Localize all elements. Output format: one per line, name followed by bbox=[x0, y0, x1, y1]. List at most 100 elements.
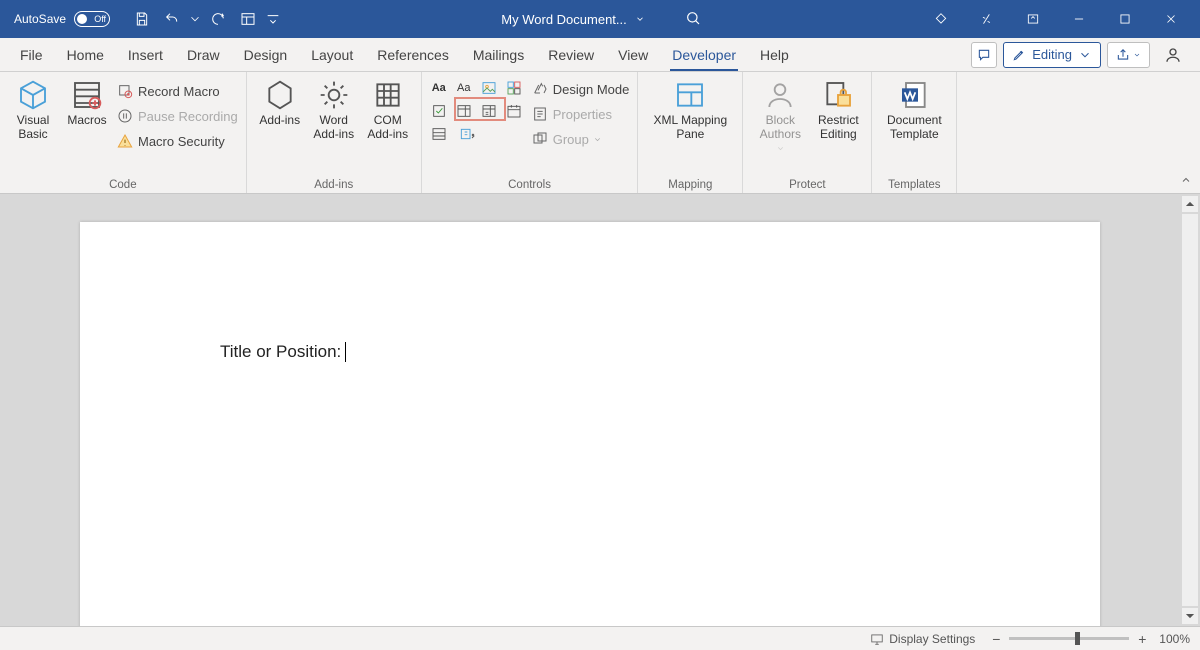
record-macro-button[interactable]: Record Macro bbox=[114, 79, 240, 103]
combo-box-control[interactable] bbox=[453, 101, 475, 121]
tab-layout[interactable]: Layout bbox=[299, 38, 365, 71]
qat-form-button[interactable] bbox=[234, 5, 262, 33]
btn-label: Visual Basic bbox=[6, 114, 60, 142]
tab-draw[interactable]: Draw bbox=[175, 38, 232, 71]
ribbon-group-addins: Add-ins Word Add-ins COM Add-ins Add-ins bbox=[247, 72, 422, 193]
document-title[interactable]: My Word Document... bbox=[501, 12, 644, 27]
rich-text-control[interactable]: Aa bbox=[428, 78, 450, 98]
macro-security-button[interactable]: Macro Security bbox=[114, 129, 240, 153]
search-button[interactable] bbox=[685, 10, 701, 29]
xml-mapping-icon bbox=[674, 79, 706, 111]
title-bar-center: My Word Document... bbox=[282, 10, 920, 29]
design-mode-button[interactable]: Design Mode bbox=[529, 77, 632, 101]
coming-soon-button[interactable] bbox=[966, 0, 1008, 38]
repeating-section-control[interactable] bbox=[428, 124, 450, 144]
dropdown-list-control[interactable] bbox=[478, 101, 500, 121]
account-button[interactable] bbox=[1156, 42, 1190, 68]
tab-design[interactable]: Design bbox=[232, 38, 300, 71]
btn-label: Macros bbox=[67, 114, 106, 128]
date-picker-control[interactable] bbox=[503, 101, 525, 121]
tab-insert[interactable]: Insert bbox=[116, 38, 175, 71]
share-button[interactable] bbox=[1107, 42, 1150, 68]
ribbon-tabs: File Home Insert Draw Design Layout Refe… bbox=[0, 38, 1200, 72]
visual-basic-icon bbox=[17, 79, 49, 111]
undo-dropdown[interactable] bbox=[188, 5, 202, 33]
block-authors-icon bbox=[764, 79, 796, 111]
macros-icon bbox=[71, 79, 103, 111]
properties-icon bbox=[532, 106, 548, 122]
tab-references[interactable]: References bbox=[365, 38, 461, 71]
lock-icon bbox=[822, 79, 854, 111]
repeating-icon bbox=[431, 126, 447, 142]
tab-file[interactable]: File bbox=[8, 38, 55, 71]
zoom-in-button[interactable]: + bbox=[1135, 631, 1149, 647]
controls-gallery: Aa Aa bbox=[428, 75, 529, 144]
minimize-button[interactable] bbox=[1058, 0, 1100, 38]
addins-icon bbox=[264, 79, 296, 111]
text-Aa-icon: Aa bbox=[457, 82, 470, 94]
visual-basic-button[interactable]: Visual Basic bbox=[6, 75, 60, 142]
chevron-down-icon bbox=[188, 11, 202, 27]
editing-mode-button[interactable]: Editing bbox=[1003, 42, 1101, 68]
combo-box-icon bbox=[456, 103, 472, 119]
scroll-down-button[interactable] bbox=[1182, 608, 1198, 624]
search-icon bbox=[685, 10, 701, 26]
word-addins-button[interactable]: Word Add-ins bbox=[307, 75, 361, 142]
tab-label: Draw bbox=[187, 47, 220, 63]
picture-icon bbox=[481, 80, 497, 96]
tab-view[interactable]: View bbox=[606, 38, 660, 71]
scrollbar-track[interactable] bbox=[1182, 214, 1198, 606]
plain-text-control[interactable]: Aa bbox=[453, 78, 475, 98]
diamond-button[interactable] bbox=[920, 0, 962, 38]
checkbox-control[interactable] bbox=[428, 101, 450, 121]
minimize-icon bbox=[1072, 12, 1086, 26]
tab-mailings[interactable]: Mailings bbox=[461, 38, 536, 71]
qat-customize[interactable] bbox=[264, 5, 282, 33]
tab-help[interactable]: Help bbox=[748, 38, 801, 71]
display-settings-button[interactable]: Display Settings bbox=[870, 632, 975, 646]
checkbox-icon bbox=[431, 103, 447, 119]
addins-button[interactable]: Add-ins bbox=[253, 75, 307, 128]
btn-label: Word Add-ins bbox=[307, 114, 361, 142]
person-icon bbox=[1164, 46, 1182, 64]
zoom-out-button[interactable]: − bbox=[989, 631, 1003, 647]
btn-label: Add-ins bbox=[259, 114, 300, 128]
zoom-slider-track[interactable] bbox=[1009, 637, 1129, 640]
close-button[interactable] bbox=[1150, 0, 1192, 38]
autosave-toggle[interactable]: Off bbox=[74, 11, 110, 27]
ribbon-group-controls: Aa Aa Design bbox=[422, 72, 639, 193]
text-Aa-icon: Aa bbox=[432, 82, 446, 94]
tab-developer[interactable]: Developer bbox=[660, 38, 748, 71]
undo-button[interactable] bbox=[158, 5, 186, 33]
maximize-button[interactable] bbox=[1104, 0, 1146, 38]
zoom-level-button[interactable]: 100% bbox=[1159, 632, 1190, 646]
com-addins-button[interactable]: COM Add-ins bbox=[361, 75, 415, 142]
tab-home[interactable]: Home bbox=[55, 38, 116, 71]
autosave-control[interactable]: AutoSave Off bbox=[8, 11, 116, 27]
document-content[interactable]: Title or Position: bbox=[220, 342, 346, 362]
share-icon bbox=[1116, 48, 1130, 62]
save-button[interactable] bbox=[128, 5, 156, 33]
picture-control[interactable] bbox=[478, 78, 500, 98]
tab-review[interactable]: Review bbox=[536, 38, 606, 71]
macros-button[interactable]: Macros bbox=[60, 75, 114, 128]
document-page[interactable]: Title or Position: bbox=[80, 222, 1100, 626]
tab-label: Insert bbox=[128, 47, 163, 63]
display-icon bbox=[870, 632, 884, 646]
restrict-editing-button[interactable]: Restrict Editing bbox=[811, 75, 865, 142]
collapse-ribbon-button[interactable] bbox=[1180, 174, 1192, 189]
ribbon-mode-button[interactable] bbox=[1012, 0, 1054, 38]
tab-label: Design bbox=[244, 47, 288, 63]
btn-label: Pause Recording bbox=[138, 109, 238, 124]
xml-mapping-button[interactable]: XML Mapping Pane bbox=[644, 75, 736, 142]
scroll-up-button[interactable] bbox=[1182, 196, 1198, 212]
legacy-tools-button[interactable] bbox=[453, 124, 483, 144]
building-block-control[interactable] bbox=[503, 78, 525, 98]
redo-button[interactable] bbox=[204, 5, 232, 33]
document-template-button[interactable]: Document Template bbox=[878, 75, 950, 142]
zoom-slider-thumb[interactable] bbox=[1075, 632, 1080, 645]
group-label: Controls bbox=[428, 178, 632, 191]
comments-button[interactable] bbox=[971, 42, 997, 68]
save-icon bbox=[134, 11, 150, 27]
form-icon bbox=[240, 11, 256, 27]
